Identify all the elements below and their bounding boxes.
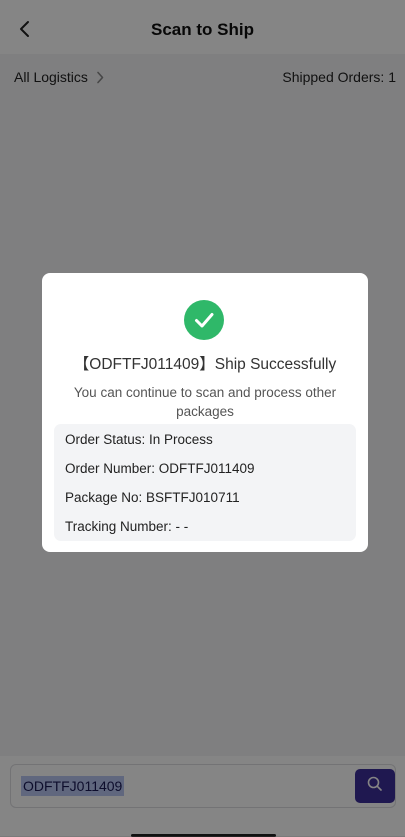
order-info-box: Order Status: In Process Order Number: O… <box>54 424 356 541</box>
check-circle-icon <box>184 300 224 340</box>
dialog-message: You can continue to scan and process oth… <box>73 385 337 419</box>
order-status: Order Status: In Process <box>65 432 213 447</box>
dialog-title: 【ODFTFJ011409】Ship Successfully <box>73 356 337 373</box>
package-number: Package No: BSFTFJ010711 <box>65 490 240 505</box>
tracking-number: Tracking Number: - - <box>65 519 189 534</box>
order-number: Order Number: ODFTFJ011409 <box>65 461 255 476</box>
ship-success-dialog: 【ODFTFJ011409】Ship Successfully You can … <box>42 273 368 552</box>
